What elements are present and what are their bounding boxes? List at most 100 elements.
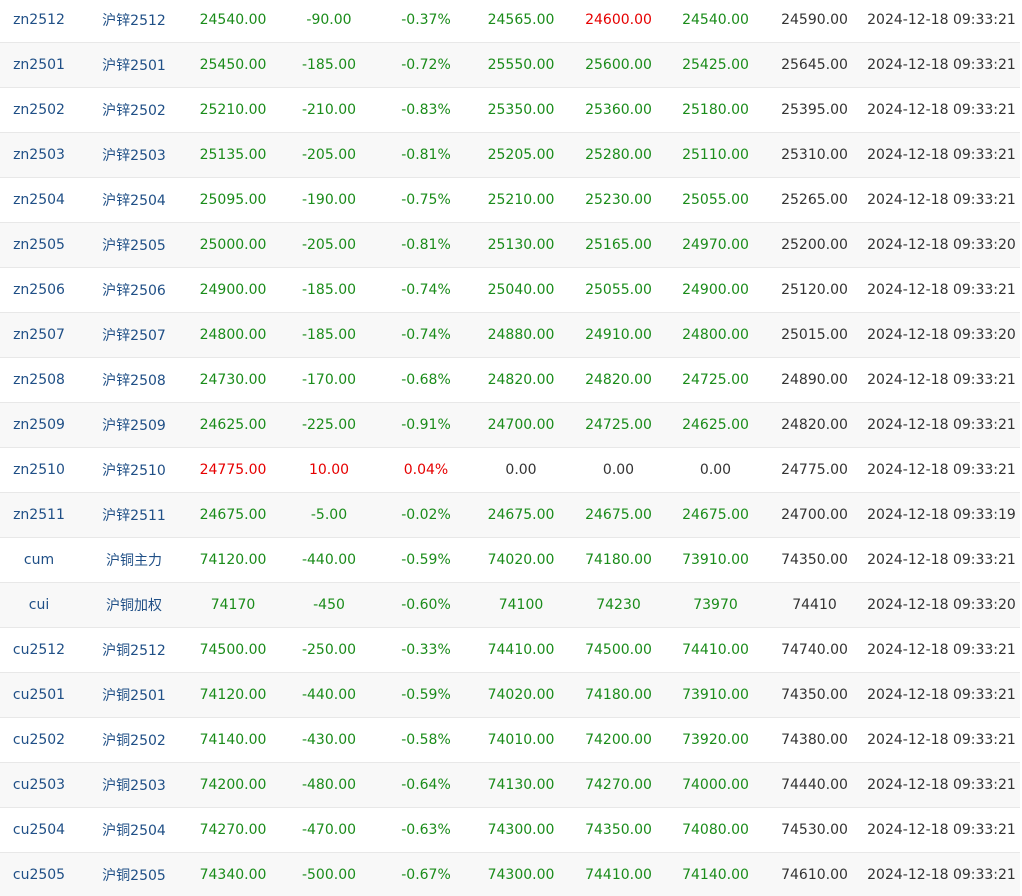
table-row[interactable]: zn2509 沪锌2509 24625.00 -225.00 -0.91% 24700.0… <box>0 402 1020 448</box>
contract-name-cell[interactable]: 沪铜2512 <box>78 627 190 673</box>
update-time-cell: 2024-12-18 09:33:20 <box>863 312 1020 358</box>
table-row[interactable]: cu2503 沪铜2503 74200.00 -480.00 -0.64% 74130.0… <box>0 762 1020 808</box>
change-percent-cell: -0.74% <box>382 267 470 313</box>
contract-name-cell[interactable]: 沪锌2511 <box>78 492 190 538</box>
last-price-cell: 25135.00 <box>190 132 276 178</box>
contract-name-cell[interactable]: 沪锌2505 <box>78 222 190 268</box>
contract-code-cell[interactable]: zn2503 <box>0 132 78 178</box>
contract-code-cell[interactable]: zn2504 <box>0 177 78 223</box>
low-price-cell: 73920.00 <box>665 717 766 763</box>
table-row[interactable]: cu2504 沪铜2504 74270.00 -470.00 -0.63% 74300.0… <box>0 807 1020 853</box>
change-percent-cell: -0.60% <box>382 582 470 628</box>
last-price-cell: 25000.00 <box>190 222 276 268</box>
update-time-cell: 2024-12-18 09:33:20 <box>863 222 1020 268</box>
table-row[interactable]: cu2505 沪铜2505 74340.00 -500.00 -0.67% 74300.0… <box>0 852 1020 896</box>
table-row[interactable]: zn2505 沪锌2505 25000.00 -205.00 -0.81% 25130.0… <box>0 222 1020 268</box>
table-row[interactable]: cum 沪铜主力 74120.00 -440.00 -0.59% 74020.00 7418… <box>0 537 1020 583</box>
low-price-cell: 25055.00 <box>665 177 766 223</box>
table-row[interactable]: cui 沪铜加权 74170 -450 -0.60% 74100 74230 73970 744… <box>0 582 1020 628</box>
contract-name-cell[interactable]: 沪锌2510 <box>78 447 190 493</box>
contract-name-cell[interactable]: 沪锌2504 <box>78 177 190 223</box>
contract-code-cell[interactable]: zn2509 <box>0 402 78 448</box>
contract-code-cell[interactable]: cui <box>0 582 78 628</box>
last-price-cell: 24625.00 <box>190 402 276 448</box>
high-price-cell: 0.00 <box>572 447 665 493</box>
low-price-cell: 25425.00 <box>665 42 766 88</box>
contract-code-cell[interactable]: zn2508 <box>0 357 78 403</box>
contract-code-cell[interactable]: zn2501 <box>0 42 78 88</box>
contract-name-cell[interactable]: 沪锌2508 <box>78 357 190 403</box>
low-price-cell: 74080.00 <box>665 807 766 853</box>
high-price-cell: 74270.00 <box>572 762 665 808</box>
update-time-cell: 2024-12-18 09:33:21 <box>863 0 1020 43</box>
last-price-cell: 24900.00 <box>190 267 276 313</box>
prev-settle-cell: 74740.00 <box>766 627 863 673</box>
contract-code-cell[interactable]: cu2505 <box>0 852 78 896</box>
last-price-cell: 25095.00 <box>190 177 276 223</box>
contract-name-cell[interactable]: 沪锌2507 <box>78 312 190 358</box>
contract-code-cell[interactable]: cu2503 <box>0 762 78 808</box>
table-row[interactable]: cu2512 沪铜2512 74500.00 -250.00 -0.33% 74410.0… <box>0 627 1020 673</box>
table-row[interactable]: zn2511 沪锌2511 24675.00 -5.00 -0.02% 24675.00 2… <box>0 492 1020 538</box>
contract-name-cell[interactable]: 沪铜2503 <box>78 762 190 808</box>
change-percent-cell: -0.33% <box>382 627 470 673</box>
open-price-cell: 25350.00 <box>470 87 572 133</box>
contract-code-cell[interactable]: zn2510 <box>0 447 78 493</box>
table-row[interactable]: cu2502 沪铜2502 74140.00 -430.00 -0.58% 74010.0… <box>0 717 1020 763</box>
update-time-cell: 2024-12-18 09:33:21 <box>863 402 1020 448</box>
table-row[interactable]: zn2502 沪锌2502 25210.00 -210.00 -0.83% 25350.0… <box>0 87 1020 133</box>
open-price-cell: 25210.00 <box>470 177 572 223</box>
last-price-cell: 24675.00 <box>190 492 276 538</box>
open-price-cell: 74130.00 <box>470 762 572 808</box>
contract-name-cell[interactable]: 沪铜2505 <box>78 852 190 896</box>
open-price-cell: 74300.00 <box>470 807 572 853</box>
update-time-cell: 2024-12-18 09:33:21 <box>863 87 1020 133</box>
table-row[interactable]: zn2507 沪锌2507 24800.00 -185.00 -0.74% 24880.0… <box>0 312 1020 358</box>
high-price-cell: 74230 <box>572 582 665 628</box>
table-row[interactable]: zn2506 沪锌2506 24900.00 -185.00 -0.74% 25040.0… <box>0 267 1020 313</box>
table-row[interactable]: zn2512 沪锌2512 24540.00 -90.00 -0.37% 24565.00… <box>0 0 1020 43</box>
low-price-cell: 24800.00 <box>665 312 766 358</box>
contract-code-cell[interactable]: zn2511 <box>0 492 78 538</box>
contract-code-cell[interactable]: zn2506 <box>0 267 78 313</box>
contract-name-cell[interactable]: 沪锌2503 <box>78 132 190 178</box>
futures-quote-table: zn2512 沪锌2512 24540.00 -90.00 -0.37% 24565.00… <box>0 0 1020 896</box>
contract-code-cell[interactable]: cu2501 <box>0 672 78 718</box>
change-percent-cell: -0.67% <box>382 852 470 896</box>
last-price-cell: 74170 <box>190 582 276 628</box>
contract-name-cell[interactable]: 沪锌2501 <box>78 42 190 88</box>
contract-code-cell[interactable]: zn2512 <box>0 0 78 43</box>
contract-code-cell[interactable]: zn2502 <box>0 87 78 133</box>
table-row[interactable]: zn2504 沪锌2504 25095.00 -190.00 -0.75% 25210.0… <box>0 177 1020 223</box>
table-row[interactable]: zn2501 沪锌2501 25450.00 -185.00 -0.72% 25550.0… <box>0 42 1020 88</box>
table-row[interactable]: cu2501 沪铜2501 74120.00 -440.00 -0.59% 74020.0… <box>0 672 1020 718</box>
table-row[interactable]: zn2503 沪锌2503 25135.00 -205.00 -0.81% 25205.0… <box>0 132 1020 178</box>
update-time-cell: 2024-12-18 09:33:21 <box>863 762 1020 808</box>
contract-name-cell[interactable]: 沪铜主力 <box>78 537 190 583</box>
change-percent-cell: -0.63% <box>382 807 470 853</box>
high-price-cell: 25280.00 <box>572 132 665 178</box>
low-price-cell: 0.00 <box>665 447 766 493</box>
contract-name-cell[interactable]: 沪锌2506 <box>78 267 190 313</box>
open-price-cell: 0.00 <box>470 447 572 493</box>
contract-name-cell[interactable]: 沪锌2509 <box>78 402 190 448</box>
open-price-cell: 24820.00 <box>470 357 572 403</box>
contract-name-cell[interactable]: 沪铜2504 <box>78 807 190 853</box>
contract-code-cell[interactable]: cu2512 <box>0 627 78 673</box>
contract-name-cell[interactable]: 沪铜2501 <box>78 672 190 718</box>
contract-name-cell[interactable]: 沪铜2502 <box>78 717 190 763</box>
contract-code-cell[interactable]: zn2507 <box>0 312 78 358</box>
contract-code-cell[interactable]: cu2504 <box>0 807 78 853</box>
table-row[interactable]: zn2510 沪锌2510 24775.00 10.00 0.04% 0.00 0.00 0.… <box>0 447 1020 493</box>
low-price-cell: 24675.00 <box>665 492 766 538</box>
contract-code-cell[interactable]: cum <box>0 537 78 583</box>
high-price-cell: 25165.00 <box>572 222 665 268</box>
change-percent-cell: -0.72% <box>382 42 470 88</box>
high-price-cell: 74500.00 <box>572 627 665 673</box>
contract-name-cell[interactable]: 沪锌2502 <box>78 87 190 133</box>
contract-name-cell[interactable]: 沪铜加权 <box>78 582 190 628</box>
contract-code-cell[interactable]: cu2502 <box>0 717 78 763</box>
table-row[interactable]: zn2508 沪锌2508 24730.00 -170.00 -0.68% 24820.0… <box>0 357 1020 403</box>
contract-name-cell[interactable]: 沪锌2512 <box>78 0 190 43</box>
contract-code-cell[interactable]: zn2505 <box>0 222 78 268</box>
